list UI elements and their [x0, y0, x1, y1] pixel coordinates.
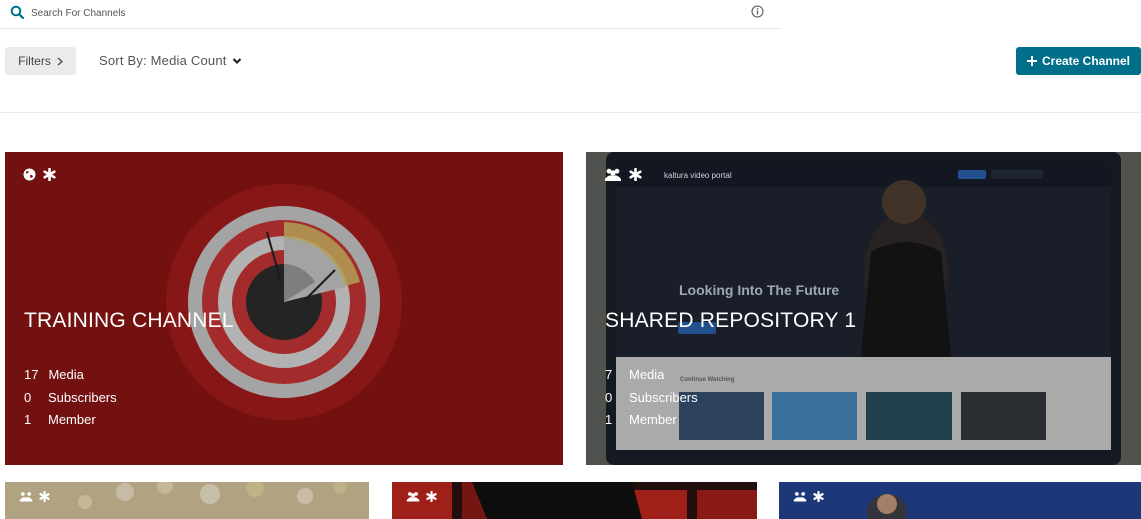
stat-label: Member [629, 412, 677, 427]
channel-stats: 17 Media 0 Subscribers 1 Member [24, 364, 117, 432]
stat-label: Media [48, 367, 84, 382]
filters-label: Filters [18, 54, 51, 68]
stat-number: 0 [605, 389, 613, 405]
portal-brand-text: kaltura video portal [664, 171, 732, 180]
card-icons [793, 491, 824, 502]
chevron-down-icon [232, 57, 241, 64]
card-overlay [392, 482, 757, 519]
search-icon [10, 5, 24, 19]
stat-media: 17 Media [24, 364, 117, 387]
search-bar [0, 0, 780, 29]
group-icon [406, 492, 420, 502]
channel-card-shared-repository[interactable]: kaltura video portal Looking Into The Fu… [586, 152, 1141, 465]
channel-title[interactable]: TRAINING CHANNEL [24, 309, 234, 333]
stat-number: 1 [605, 412, 613, 427]
stat-label: Subscribers [629, 389, 698, 405]
card-icons [406, 491, 437, 502]
asterisk-icon [629, 168, 642, 181]
asterisk-icon [39, 491, 50, 502]
stat-label: Member [48, 412, 96, 427]
group-icon [793, 492, 807, 502]
asterisk-icon [43, 168, 56, 181]
info-icon[interactable] [751, 5, 764, 18]
stat-label: Subscribers [48, 389, 117, 405]
card-icons [604, 168, 642, 181]
search-input[interactable] [31, 3, 731, 23]
stat-number: 7 [605, 367, 613, 382]
stat-number: 17 [24, 367, 39, 382]
globe-icon [23, 168, 36, 181]
create-channel-button[interactable]: Create Channel [1016, 47, 1141, 75]
stat-media: 7 Media [605, 364, 698, 387]
sort-dropdown[interactable]: Sort By: Media Count [99, 53, 242, 68]
plus-icon [1026, 56, 1037, 66]
card-icons [19, 491, 50, 502]
sort-label: Sort By: Media Count [99, 53, 227, 68]
group-icon [605, 168, 621, 181]
channel-card-4[interactable] [392, 482, 757, 519]
channel-card-3[interactable] [5, 482, 369, 519]
channel-stats: 7 Media 0 Subscribers 1 Member [605, 364, 698, 432]
create-channel-label: Create Channel [1041, 54, 1131, 68]
card-overlay [5, 482, 369, 519]
asterisk-icon [813, 491, 824, 502]
chevron-right-icon [57, 57, 63, 65]
stat-members: 1 Member [24, 409, 117, 432]
channel-title[interactable]: SHARED REPOSITORY 1 [605, 309, 856, 333]
portal-headline-text: Looking Into The Future [679, 282, 840, 298]
stat-members: 1 Member [605, 409, 698, 432]
stat-number: 0 [24, 389, 32, 405]
card-icons [23, 168, 56, 181]
filters-button[interactable]: Filters [5, 47, 76, 75]
stat-label: Media [629, 367, 665, 382]
stat-subscribers: 0 Subscribers [24, 387, 117, 410]
stat-number: 1 [24, 412, 32, 427]
channel-card-5[interactable] [779, 482, 1141, 519]
divider [0, 112, 1141, 113]
card-overlay [779, 482, 1141, 519]
channel-card-training[interactable]: TRAINING CHANNEL 17 Media 0 Subscribers … [5, 152, 563, 465]
asterisk-icon [426, 491, 437, 502]
stat-subscribers: 0 Subscribers [605, 387, 698, 410]
group-icon [19, 492, 33, 502]
